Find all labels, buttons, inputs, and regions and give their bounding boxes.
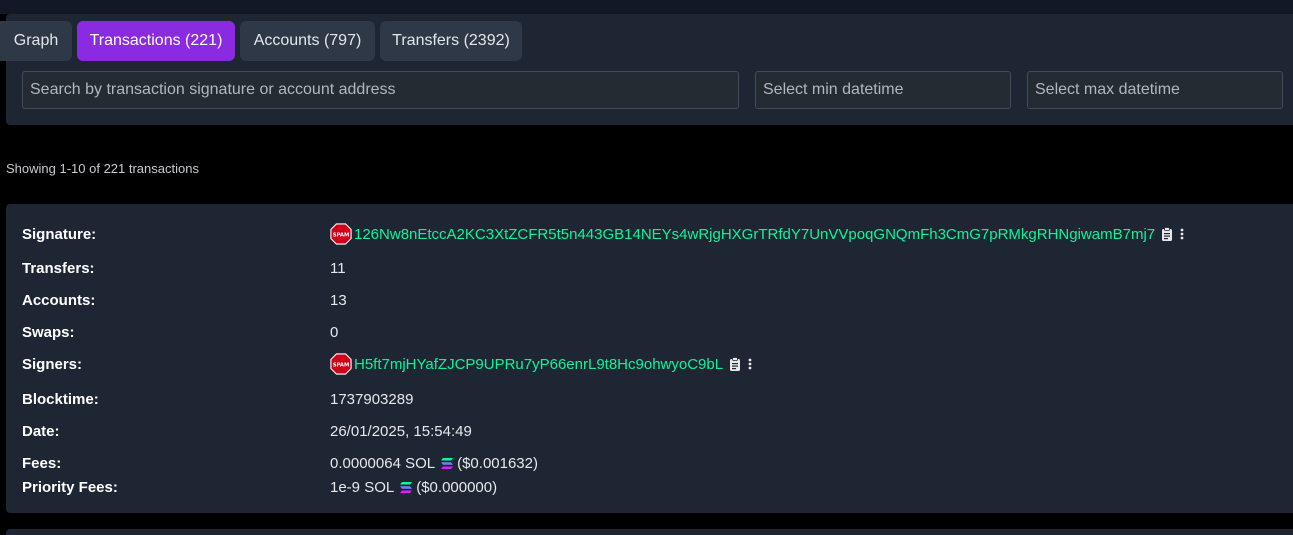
accounts-row: Accounts: 13	[22, 289, 1282, 311]
more-options-icon[interactable]	[747, 357, 753, 371]
fees-row: Fees: 0.0000064 SOL ($0.001632)	[22, 452, 1282, 474]
spam-icon: SPAM	[330, 353, 352, 375]
fees-usd: ($0.001632)	[457, 454, 538, 472]
tab-accounts[interactable]: Accounts (797)	[240, 21, 375, 61]
transfers-value: 11	[330, 259, 346, 277]
swaps-label: Swaps:	[22, 323, 75, 341]
date-row: Date: 26/01/2025, 15:54:49	[22, 420, 1282, 442]
transaction-card: Signature: SPAM 126Nw8nEtccA2KC3XtZCFR5t…	[6, 204, 1293, 513]
max-datetime-field[interactable]: Select max datetime	[1027, 71, 1283, 109]
search-input[interactable]: Search by transaction signature or accou…	[22, 71, 739, 109]
swaps-row: Swaps: 0	[22, 321, 1282, 343]
swaps-value: 0	[330, 323, 339, 341]
accounts-label: Accounts:	[22, 291, 96, 309]
clipboard-icon[interactable]	[729, 357, 741, 371]
priority-fees-label: Priority Fees:	[22, 478, 118, 496]
priority-fees-sol: 1e-9 SOL	[330, 478, 395, 496]
signer-link[interactable]: H5ft7mjHYafZJCP9UPRu7yP66enrL9t8Hc9ohwyo…	[354, 356, 723, 373]
signature-link[interactable]: 126Nw8nEtccA2KC3XtZCFR5t5n443GB14NEYs4wR…	[354, 226, 1155, 243]
spam-text: SPAM	[333, 362, 350, 368]
fees-label: Fees:	[22, 454, 62, 472]
solana-logo-icon	[441, 457, 454, 469]
spam-text: SPAM	[333, 232, 350, 238]
signature-value: SPAM 126Nw8nEtccA2KC3XtZCFR5t5n443GB14NE…	[330, 223, 1185, 245]
tab-graph[interactable]: Graph	[0, 21, 72, 61]
blocktime-label: Blocktime:	[22, 390, 99, 408]
date-label: Date:	[22, 422, 60, 440]
signers-value: SPAM H5ft7mjHYafZJCP9UPRu7yP66enrL9t8Hc9…	[330, 353, 753, 375]
transfers-label: Transfers:	[22, 259, 95, 277]
signers-label: Signers:	[22, 355, 83, 373]
priority-fees-value: 1e-9 SOL ($0.000000)	[330, 479, 497, 496]
signature-row: Signature: SPAM 126Nw8nEtccA2KC3XtZCFR5t…	[22, 223, 1282, 245]
tab-transfers[interactable]: Transfers (2392)	[380, 21, 522, 61]
transfers-row: Transfers: 11	[22, 257, 1282, 279]
blocktime-row: Blocktime: 1737903289	[22, 388, 1282, 410]
next-transaction-card	[6, 529, 1293, 535]
results-count: Showing 1-10 of 221 transactions	[6, 161, 199, 176]
tab-bar: Graph Transactions (221) Accounts (797) …	[0, 21, 527, 61]
date-value: 26/01/2025, 15:54:49	[330, 422, 472, 440]
top-strip	[0, 0, 1293, 14]
fees-value: 0.0000064 SOL ($0.001632)	[330, 455, 538, 472]
min-datetime-field[interactable]: Select min datetime	[755, 71, 1011, 109]
blocktime-value: 1737903289	[330, 390, 414, 408]
signers-row: Signers: SPAM H5ft7mjHYafZJCP9UPRu7yP66e…	[22, 353, 1282, 375]
priority-fees-usd: ($0.000000)	[416, 478, 498, 496]
fees-sol: 0.0000064 SOL	[330, 454, 436, 472]
spam-icon: SPAM	[330, 223, 352, 245]
more-options-icon[interactable]	[1179, 227, 1185, 241]
tab-transactions[interactable]: Transactions (221)	[77, 21, 235, 61]
priority-fees-row: Priority Fees: 1e-9 SOL ($0.000000)	[22, 476, 1282, 498]
signature-label: Signature:	[22, 225, 97, 243]
clipboard-icon[interactable]	[1161, 227, 1173, 241]
accounts-value: 13	[330, 291, 347, 309]
solana-logo-icon	[400, 481, 413, 493]
